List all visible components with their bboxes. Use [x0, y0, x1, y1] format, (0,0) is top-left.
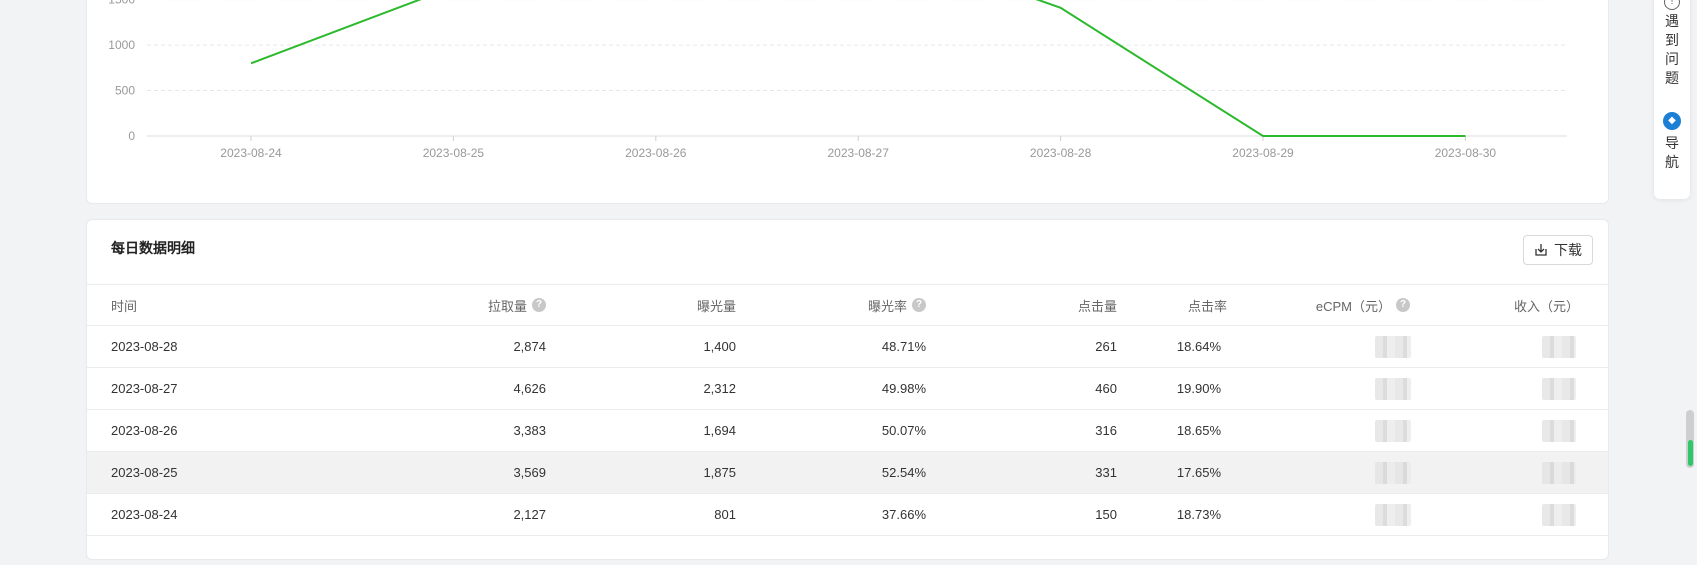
cell-date: 2023-08-26 [111, 423, 178, 438]
cell-pull: 3,383 [513, 423, 546, 438]
cell-ctr: 17.65% [1176, 465, 1221, 480]
header-pull-label: 拉取量 [487, 298, 527, 314]
y-tick-label: 1000 [108, 38, 135, 52]
x-tick-label: 2023-08-30 [1435, 146, 1497, 160]
nav-char: 导 [1665, 135, 1679, 151]
help-icon[interactable]: ? [532, 298, 546, 312]
redacted-ecpm [1375, 462, 1411, 484]
daily-detail-card: 每日数据明细 下载 时间 拉取量 ? 曝光量 曝光率 ? 点击量 点击率 eCP… [86, 219, 1609, 560]
header-exposure-rate-label: 曝光率 [867, 298, 907, 314]
redacted-revenue [1542, 504, 1576, 526]
header-ecpm: eCPM（元） ? [1316, 285, 1410, 325]
series-line [250, 0, 1466, 137]
trend-chart-card: 0 500 1000 1500 2023-08-24 2023-08-25 2023-08-… [86, 0, 1609, 204]
question-circle-icon: ! [1664, 0, 1680, 10]
x-tick-label: 2023-08-24 [220, 146, 282, 160]
cell-exposure-rate: 48.71% [881, 339, 926, 354]
cell-exposure: 801 [714, 507, 736, 522]
help-char: 遇 [1665, 13, 1679, 29]
cell-exposure-rate: 50.07% [881, 423, 926, 438]
cell-clicks: 150 [1095, 507, 1117, 522]
download-icon [1535, 244, 1547, 256]
header-exposure: 曝光量 [696, 298, 736, 314]
cell-ctr: 18.64% [1176, 339, 1221, 354]
x-tick-label: 2023-08-27 [828, 146, 890, 160]
cell-date: 2023-08-25 [111, 465, 178, 480]
header-revenue: 收入（元） [1513, 298, 1579, 314]
header-pull: 拉取量 ? [488, 285, 546, 325]
redacted-ecpm [1375, 378, 1411, 400]
help-char: 到 [1665, 32, 1679, 48]
help-icon[interactable]: ? [912, 298, 926, 312]
header-ecpm-label: eCPM（元） [1315, 298, 1391, 314]
help-icon[interactable]: ? [1396, 298, 1410, 312]
help-char: 题 [1665, 70, 1679, 86]
cell-date: 2023-08-27 [111, 381, 178, 396]
cell-date: 2023-08-28 [111, 339, 178, 354]
cell-clicks: 316 [1095, 423, 1117, 438]
x-tick-label: 2023-08-26 [625, 146, 687, 160]
scroll-progress-indicator [1688, 440, 1693, 466]
cell-exposure-rate: 49.98% [881, 381, 926, 396]
x-tick-label: 2023-08-25 [423, 146, 485, 160]
table-row: 2023-08-24 2,127 801 37.66% 150 18.73% [87, 494, 1608, 536]
redacted-revenue [1542, 462, 1576, 484]
table-row: 2023-08-28 2,874 1,400 48.71% 261 18.64% [87, 326, 1608, 368]
cell-date: 2023-08-24 [111, 507, 178, 522]
redacted-revenue [1542, 420, 1576, 442]
cell-exposure: 1,875 [703, 465, 736, 480]
table-row: 2023-08-25 3,569 1,875 52.54% 331 17.65% [87, 452, 1608, 494]
cell-clicks: 261 [1095, 339, 1117, 354]
daily-detail-table: 时间 拉取量 ? 曝光量 曝光率 ? 点击量 点击率 eCPM（元） ? 收入（… [87, 284, 1608, 536]
download-button[interactable]: 下载 [1523, 235, 1593, 265]
y-tick-label: 1500 [108, 0, 135, 7]
cell-ctr: 18.73% [1176, 507, 1221, 522]
header-time: 时间 [111, 298, 138, 314]
trend-line-chart: 0 500 1000 1500 2023-08-24 2023-08-25 2023-08-… [108, 0, 1567, 160]
cell-exposure: 2,312 [703, 381, 736, 396]
cell-clicks: 331 [1095, 465, 1117, 480]
x-tick-label: 2023-08-29 [1232, 146, 1294, 160]
x-tick-label: 2023-08-28 [1030, 146, 1092, 160]
cell-exposure: 1,400 [703, 339, 736, 354]
cell-exposure: 1,694 [703, 423, 736, 438]
y-tick-label: 0 [128, 129, 135, 143]
cell-ctr: 19.90% [1176, 381, 1221, 396]
cell-clicks: 460 [1095, 381, 1117, 396]
help-entry[interactable]: ! 遇 到 问 题 [1654, 0, 1690, 88]
cell-pull: 2,874 [513, 339, 546, 354]
table-row: 2023-08-27 4,626 2,312 49.98% 460 19.90% [87, 368, 1608, 410]
redacted-ecpm [1375, 504, 1411, 526]
cell-exposure-rate: 37.66% [881, 507, 926, 522]
navigation-entry[interactable]: ◆ 导 航 [1654, 112, 1690, 172]
cell-pull: 3,569 [513, 465, 546, 480]
cell-exposure-rate: 52.54% [881, 465, 926, 480]
y-tick-label: 500 [115, 84, 135, 98]
redacted-ecpm [1375, 336, 1411, 358]
navigation-badge-icon: ◆ [1663, 112, 1681, 130]
redacted-ecpm [1375, 420, 1411, 442]
redacted-revenue [1542, 378, 1576, 400]
header-ctr: 点击率 [1187, 298, 1227, 314]
download-label: 下载 [1554, 242, 1582, 258]
cell-pull: 2,127 [513, 507, 546, 522]
floating-side-panel: ! 遇 到 问 题 ◆ 导 航 [1654, 0, 1690, 199]
nav-char: 航 [1665, 154, 1679, 170]
cell-ctr: 18.65% [1176, 423, 1221, 438]
header-exposure-rate: 曝光率 ? [868, 285, 926, 325]
table-header-row: 时间 拉取量 ? 曝光量 曝光率 ? 点击量 点击率 eCPM（元） ? 收入（… [87, 285, 1608, 326]
header-clicks: 点击量 [1077, 298, 1117, 314]
help-char: 问 [1665, 51, 1679, 67]
cell-pull: 4,626 [513, 381, 546, 396]
daily-detail-title: 每日数据明细 [111, 240, 195, 256]
redacted-revenue [1542, 336, 1576, 358]
table-row: 2023-08-26 3,383 1,694 50.07% 316 18.65% [87, 410, 1608, 452]
